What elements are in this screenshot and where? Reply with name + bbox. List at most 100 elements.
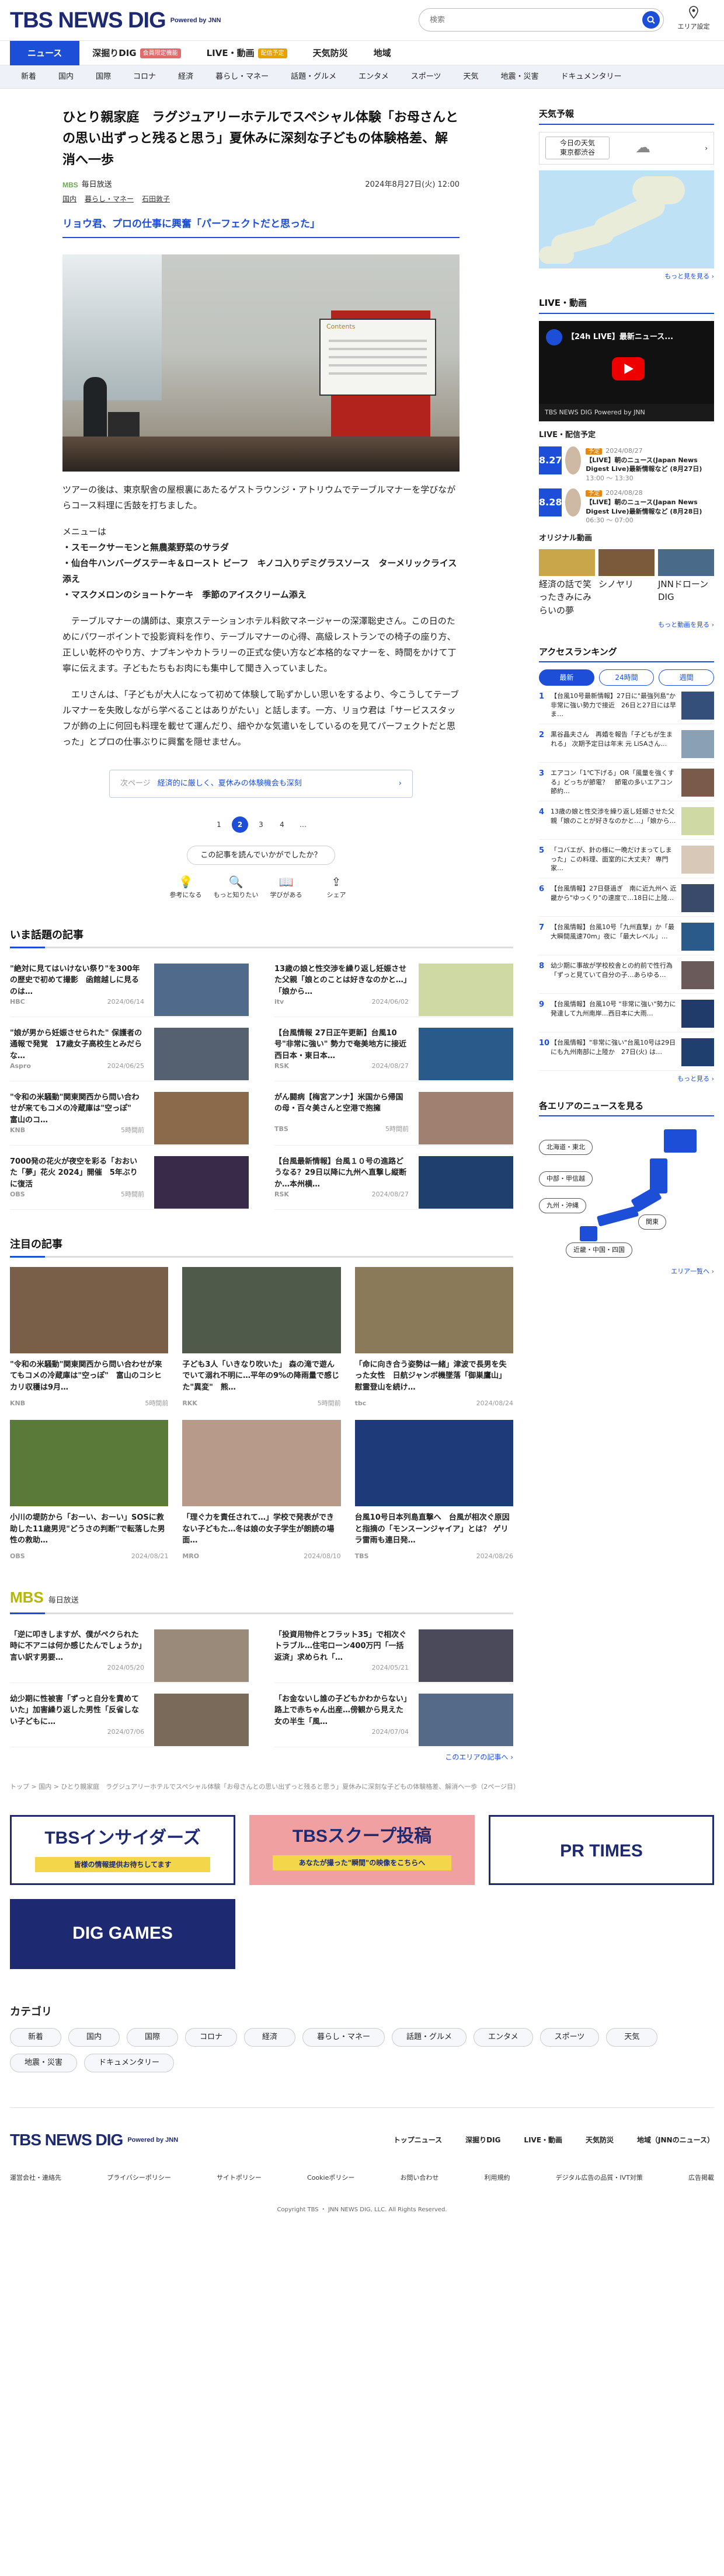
ranking-item[interactable]: 10 【台風情報】"非常に強い"台風10号は29日にも九州南部に上陸か 27日(火… [539, 1038, 714, 1071]
ranking-item[interactable]: 4 13歳の娘と性交渉を繰り返し妊娠させた父親「娘のことが好きなのかと…」「娘から… [539, 807, 714, 840]
category-chip[interactable]: 話題・グルメ [392, 2028, 467, 2047]
featured-card[interactable]: 小川の堤防から「おーい、おーい」SOSに救助した11歳男児"どうさの判断"で転落… [10, 1420, 169, 1562]
ranking-item[interactable]: 7 【台風情報】台風10号「九州直撃」か「最大瞬間風速70m」夜に「最大レベル」… [539, 923, 714, 956]
original-video-item[interactable]: シノヤリ [598, 549, 655, 617]
featured-card[interactable]: "令和の米騒動"関東関西から問い合わせが来てもコメの冷蔵庫は"空っぽ" 富山のコ… [10, 1266, 169, 1409]
footer-link[interactable]: 地域（JNNのニュース） [637, 2135, 714, 2145]
area-articles-link[interactable]: このエリアの記事へ › [10, 1752, 513, 1762]
nav-main-item[interactable]: 天気防災 [300, 41, 361, 65]
nav-sub-item[interactable]: 国際 [85, 71, 122, 83]
next-page-link[interactable]: 次ページ 経済的に厳しく、夏休みの体験機会も深刻 › [109, 769, 413, 798]
ranking-item[interactable]: 3 エアコン「1℃下げる」OR「風量を強くする」どっちが節電？ 節電の多いエアコン… [539, 769, 714, 802]
area-button[interactable]: 近畿・中国・四国 [566, 1242, 632, 1258]
ranking-more-link[interactable]: もっと見る › [539, 1074, 714, 1084]
footer-policy-link[interactable]: 広告掲載 [688, 2173, 714, 2183]
footer-link[interactable]: 天気防災 [586, 2135, 614, 2145]
ranking-tab[interactable]: 最新 [539, 669, 594, 686]
page-link[interactable]: 3 [253, 816, 269, 833]
footer-policy-link[interactable]: お問い合わせ [400, 2173, 438, 2183]
news-item[interactable]: 「投資用物件とフラット35」で相次ぐトラブル…住宅ローン400万円「一括返済」求… [274, 1619, 513, 1683]
page-link[interactable]: 2 [232, 816, 248, 833]
news-item[interactable]: 13歳の娘と性交渉を繰り返し妊娠させた父親「娘とのことは好きなのかと…」「娘から… [274, 953, 513, 1017]
area-button[interactable]: 九州・沖縄 [539, 1198, 586, 1214]
nav-main-item[interactable]: 深掘りDIG 会員限定機能 [79, 41, 193, 65]
area-setting-button[interactable]: エリア設定 [673, 6, 714, 32]
site-logo[interactable]: TBS NEWS DIG Powered by JNN [10, 4, 221, 37]
category-chip[interactable]: 新着 [10, 2028, 61, 2047]
ranking-tab[interactable]: 週間 [659, 669, 715, 686]
footer-link[interactable]: LIVE・動画 [524, 2135, 562, 2145]
category-chip[interactable]: スポーツ [539, 2028, 600, 2047]
nav-main-item[interactable]: ニュース [10, 41, 80, 65]
ranking-item[interactable]: 8 幼少期に事故が学校校舎との約前で性行為「ずっと見ていて自分の子…あらゆる… [539, 961, 714, 994]
nav-sub-item[interactable]: 地震・災害 [490, 71, 550, 83]
original-video-item[interactable]: 経済の話で笑ったきみにみらいの夢 [539, 549, 595, 617]
featured-card[interactable]: 「命に向き合う姿勢は一緒」津波で長男を失った女性 日航ジャンボ機墜落「御巣鷹山」… [354, 1266, 513, 1409]
featured-card[interactable]: 台風10号日本列島直撃へ 台風が相次ぐ原因と指摘の「モンスーンジャイア」とは？ … [354, 1420, 513, 1562]
original-video-item[interactable]: JNNドローンDIG [658, 549, 714, 617]
source-name[interactable]: 毎日放送 [82, 179, 112, 191]
category-chip[interactable]: 経済 [244, 2028, 296, 2047]
area-button[interactable]: 中部・甲信越 [539, 1171, 593, 1187]
featured-card[interactable]: 「理ぐ力を責任されて…」学校で発表ができない子どもた…冬は娘の女子学生が朗読の場… [182, 1420, 341, 1562]
footer-policy-link[interactable]: 利用規約 [485, 2173, 510, 2183]
category-chip[interactable]: 国際 [127, 2028, 178, 2047]
ranking-item[interactable]: 2 黒谷晶夫さん 再婚を報告「子どもが生まれる」 次期予定日は年末 元 LiSAさ… [539, 730, 714, 763]
live-schedule-item[interactable]: 8.27 予定 2024/08/27 【LIVE】朝のニュース(Japan News … [539, 446, 714, 483]
category-chip[interactable]: 国内 [68, 2028, 120, 2047]
news-item[interactable]: 7000発の花火が夜空を彩る「おおいた「夢」花火 2024」開催 5年ぶりに復活… [10, 1146, 249, 1210]
ranking-item[interactable]: 6 【台風情報】27日昼過ぎ 南に近九州へ 近畿から"ゆっくり"の速度で…18日に… [539, 884, 714, 917]
banner[interactable]: PR TIMES [489, 1815, 714, 1886]
news-item[interactable]: 【台風情報 27日正午更新】台風10号"非常に強い" 勢力で奄美地方に接近 西日… [274, 1017, 513, 1081]
area-button[interactable]: 関東 [638, 1214, 666, 1230]
nav-sub-item[interactable]: エンタメ [347, 71, 400, 83]
category-chip[interactable]: ドキュメンタリー [84, 2054, 175, 2073]
nav-sub-item[interactable]: 暮らし・マネー [204, 71, 280, 83]
news-item[interactable]: "令和の米騒動"関東関西から問い合わせが来てもコメの冷蔵庫は"空っぽ" 富山のコ… [10, 1081, 249, 1146]
footer-link[interactable]: トップニュース [394, 2135, 442, 2145]
footer-policy-link[interactable]: Cookieポリシー [307, 2173, 354, 2183]
banner[interactable]: DIG GAMES [10, 1899, 235, 1970]
news-item[interactable]: 「逆に叩きしますが、僕がペクられた時に不アニは何か感じたんでしょうか」言い訳す男… [10, 1619, 249, 1683]
news-item[interactable]: "娘が男から妊娠させられた" 保護者の通報で発覚 17歳女子高校生とみだらな… A… [10, 1017, 249, 1081]
news-item[interactable]: がん闘病【梅宮アンナ】米国から帰国の母・百々美さんと空港で抱擁 TBS 5時間前 [274, 1081, 513, 1146]
nav-sub-item[interactable]: 経済 [167, 71, 204, 83]
footer-policy-link[interactable]: サイトポリシー [217, 2173, 262, 2183]
banner[interactable]: TBSインサイダーズ 皆様の情報提供お待ちしてます [10, 1815, 235, 1886]
article-tag[interactable]: 石田敦子 [142, 195, 170, 203]
news-item[interactable]: "絶対に見てはいけない祭り"を300年の歴史で初めて撮影 函館越しに見るのは… H… [10, 953, 249, 1017]
category-chip[interactable]: 暮らし・マネー [302, 2028, 385, 2047]
nav-sub-item[interactable]: 国内 [47, 71, 85, 83]
banner[interactable]: TBSスクープ投稿 あなたが撮った"瞬間"の映像をこちらへ [249, 1815, 475, 1886]
ranking-tab[interactable]: 24時間 [598, 669, 655, 686]
search-input[interactable] [430, 15, 642, 25]
page-link[interactable]: 1 [211, 816, 227, 833]
reaction-button[interactable]: 📖 学びがある [261, 873, 311, 900]
nav-sub-item[interactable]: 天気 [452, 71, 489, 83]
nav-sub-item[interactable]: コロナ [122, 71, 167, 83]
news-item[interactable]: 幼少期に性被害「ずっと自分を責めていた」加害繰り返した男性「反省しない子どもに…… [10, 1683, 249, 1747]
play-icon[interactable] [612, 357, 645, 381]
area-button[interactable]: 北海道・東北 [539, 1140, 593, 1156]
footer-logo[interactable]: TBS NEWS DIG Powered by JNN [10, 2128, 178, 2152]
nav-main-item[interactable]: LIVE・動画 配信予定 [194, 41, 300, 65]
footer-link[interactable]: 深掘りDIG [465, 2135, 500, 2145]
article-tag[interactable]: 国内 [62, 195, 76, 203]
live-player[interactable]: 【24h LIVE】最新ニュース... TBS NEWS DIG Powered… [539, 320, 714, 421]
footer-policy-link[interactable]: 運営会社・連絡先 [10, 2173, 61, 2183]
category-chip[interactable]: 地震・災害 [10, 2054, 78, 2073]
page-link[interactable]: … [295, 816, 311, 833]
ranking-item[interactable]: 9 【台風情報】台風10号 "非常に強い"勢力に発達して九州南岸…西日本に大雨… [539, 1000, 714, 1033]
article-tag[interactable]: 暮らし・マネー [85, 195, 134, 203]
ranking-item[interactable]: 1 【台風10号最新情報】27日に"最強列島"か 非常に強い勢力で接近 26日と2… [539, 692, 714, 725]
news-item[interactable]: 【台風最新情報】台風１０号の進路どうなる？29日以降に九州へ直撃し縦断か…本州横… [274, 1146, 513, 1210]
category-chip[interactable]: 天気 [606, 2028, 658, 2047]
footer-policy-link[interactable]: プライバシーポリシー [107, 2173, 171, 2183]
news-item[interactable]: 「お金ないし誰の子どもかわからない」路上で赤ちゃん出産…傍観から見えた女の半生「… [274, 1683, 513, 1747]
category-chip[interactable]: コロナ [185, 2028, 238, 2047]
weather-widget[interactable]: 今日の天気 東京都渋谷 ☁ › [539, 131, 714, 165]
reaction-button[interactable]: 💡 参考になる [161, 873, 211, 900]
videos-more-link[interactable]: もっと動画を見る › [539, 620, 714, 630]
featured-card[interactable]: 子ども3人「いきなり吹いた」 森の滝で遊んでいて溺れ不明に…平年の9%の降雨量で… [182, 1266, 341, 1409]
ranking-item[interactable]: 5 「コバエが、針の様に一晩だけまってしまった」この料理、面室的に大丈夫？ 専門家… [539, 846, 714, 879]
